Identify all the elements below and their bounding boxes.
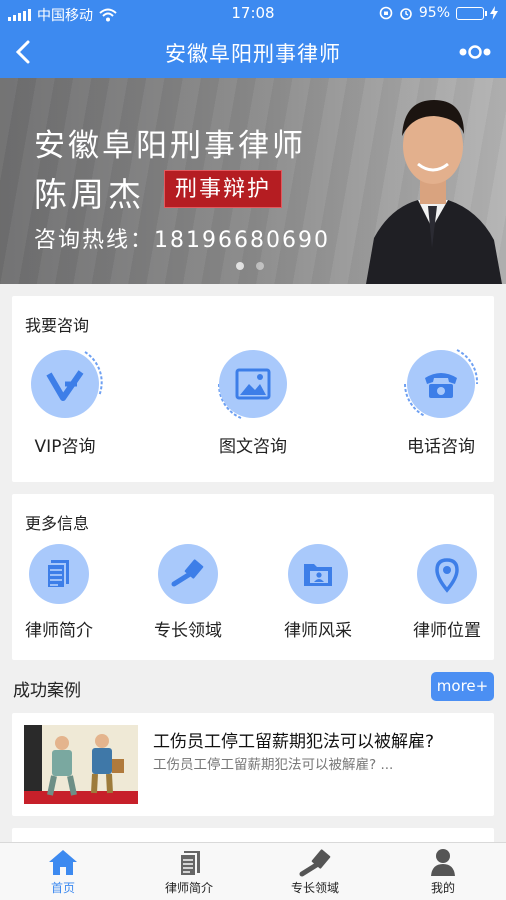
case-thumbnail: [24, 725, 138, 804]
expertise-button[interactable]: 专长领域: [133, 544, 243, 641]
lawyer-gallery-label: 律师风采: [284, 621, 352, 641]
bottom-tab-bar: 首页 律师简介 专长领域 我的: [0, 842, 506, 900]
banner-lawyer-name: 陈周杰: [34, 175, 145, 214]
banner-hotline: 咨询热线：18196680690: [34, 228, 330, 253]
lawyer-location-button[interactable]: 律师位置: [392, 544, 502, 641]
consult-section-title: 我要咨询: [25, 316, 90, 335]
consult-section: 我要咨询 VIP咨询 图文咨询 电话咨询: [12, 296, 494, 482]
user-icon: [431, 849, 455, 876]
tab-mine-label: 我的: [430, 881, 455, 895]
nav-bar: 安徽阜阳刑事律师: [0, 26, 506, 78]
document-icon: [46, 560, 69, 589]
expertise-label: 专长领域: [154, 621, 222, 641]
banner-title: 安徽阜阳刑事律师: [34, 128, 306, 164]
success-cases-title: 成功案例: [13, 681, 81, 701]
vip-icon: [31, 350, 103, 418]
back-button[interactable]: [10, 36, 40, 68]
tab-mine[interactable]: 我的: [380, 847, 506, 896]
battery-percent: 95%: [418, 5, 450, 21]
tab-lawyer-profile-label: 律师简介: [164, 881, 213, 895]
case-title: 工伤员工停工留薪期犯法可以被解雇?: [153, 732, 435, 752]
more-info-section-title: 更多信息: [25, 514, 90, 533]
phone-consult-label: 电话咨询: [407, 437, 475, 457]
alarm-icon: [400, 8, 412, 20]
case-description: 工伤员工停工留薪期犯法可以被解雇? ...: [153, 757, 394, 773]
lawyer-portrait: [366, 100, 502, 284]
tab-expertise[interactable]: 专长领域: [252, 847, 378, 896]
vip-consult-button[interactable]: VIP咨询: [10, 348, 120, 457]
lawyer-profile-label: 律师简介: [25, 621, 93, 641]
page-title: 安徽阜阳刑事律师: [165, 42, 341, 66]
image-icon: [217, 350, 287, 419]
vip-consult-label: VIP咨询: [34, 437, 96, 457]
phone-icon: [404, 349, 479, 418]
tab-home-label: 首页: [50, 881, 75, 895]
top-bar: 中国移动 17:08 95% 安徽阜阳刑事律师: [0, 0, 506, 78]
image-text-consult-button[interactable]: 图文咨询: [198, 348, 308, 457]
folder-portrait-icon: [304, 564, 332, 586]
lawyer-location-label: 律师位置: [413, 621, 481, 641]
more-options-button[interactable]: [458, 44, 492, 60]
lawyer-profile-button[interactable]: 律师简介: [4, 544, 114, 641]
charging-icon: [490, 6, 498, 20]
status-right: 95%: [379, 5, 498, 21]
gavel-icon: [299, 849, 331, 877]
home-icon: [49, 850, 77, 875]
case-item[interactable]: 工伤员工停工留薪期犯法可以被解雇? 工伤员工停工留薪期犯法可以被解雇? ...: [12, 713, 494, 816]
document-icon: [179, 851, 200, 877]
image-text-consult-label: 图文咨询: [219, 437, 287, 457]
location-pin-icon: [435, 558, 459, 593]
rotation-lock-icon: [379, 6, 393, 20]
phone-consult-button[interactable]: 电话咨询: [386, 348, 496, 457]
carousel-indicators: [236, 262, 264, 270]
banner-tag: 刑事辩护: [164, 170, 283, 208]
more-cases-button[interactable]: more+: [431, 672, 494, 701]
more-info-section: 更多信息 律师简介 专长领域 律师风采 律师位置: [12, 494, 494, 660]
carousel-dot[interactable]: [236, 262, 244, 270]
tab-home[interactable]: 首页: [0, 847, 126, 896]
tab-expertise-label: 专长领域: [290, 881, 339, 895]
gavel-icon: [171, 559, 204, 587]
tab-lawyer-profile[interactable]: 律师简介: [126, 847, 252, 896]
carousel-dot[interactable]: [256, 262, 264, 270]
lawyer-gallery-button[interactable]: 律师风采: [263, 544, 373, 641]
status-bar: 中国移动 17:08 95%: [0, 0, 506, 26]
battery-icon: [456, 6, 487, 20]
banner-carousel[interactable]: 安徽阜阳刑事律师 陈周杰 刑事辩护 咨询热线：18196680690: [0, 78, 506, 284]
